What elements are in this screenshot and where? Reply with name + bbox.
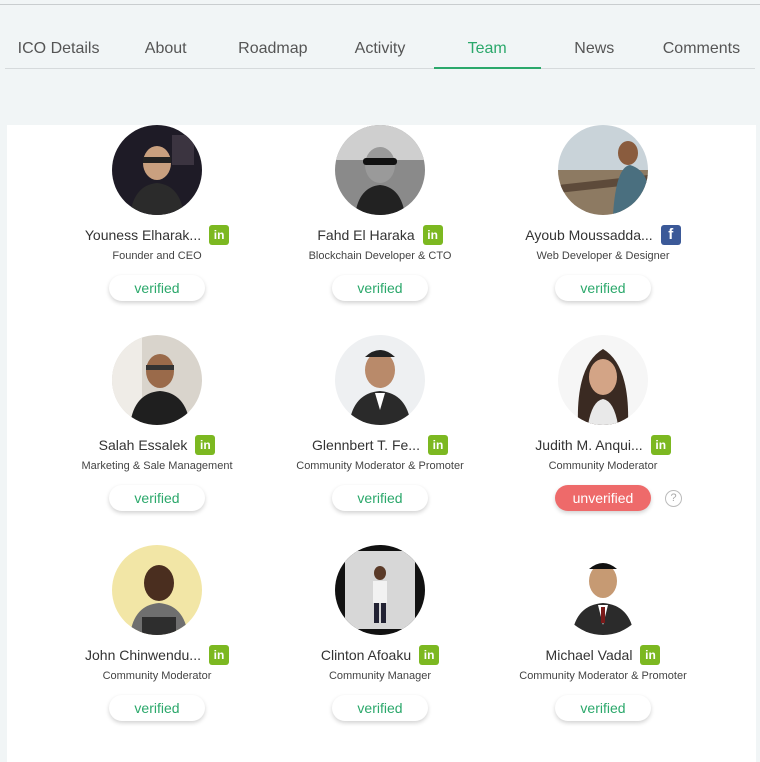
verified-badge[interactable]: verified bbox=[555, 695, 651, 721]
team-member-card: Judith M. Anqui... in Community Moderator… bbox=[491, 335, 715, 545]
linkedin-icon[interactable]: in bbox=[208, 645, 229, 665]
verified-badge[interactable]: verified bbox=[332, 275, 428, 301]
member-role: Community Moderator bbox=[548, 460, 658, 472]
member-role: Founder and CEO bbox=[112, 250, 202, 262]
team-member-card: Michael Vadal in Community Moderator & Pr… bbox=[491, 545, 715, 755]
member-name: Clinton Afoaku bbox=[320, 647, 412, 663]
linkedin-icon[interactable]: in bbox=[419, 645, 440, 665]
member-avatar bbox=[558, 545, 648, 635]
member-name: Judith M. Anqui... bbox=[535, 437, 643, 453]
verified-badge[interactable]: verified bbox=[109, 275, 205, 301]
member-role: Web Developer & Designer bbox=[536, 250, 670, 262]
verified-badge[interactable]: verified bbox=[109, 485, 205, 511]
team-member-card: Clinton Afoaku in Community Manager verif… bbox=[268, 545, 492, 755]
member-role: Marketing & Sale Management bbox=[81, 460, 233, 472]
member-name: Michael Vadal bbox=[545, 647, 633, 663]
help-icon[interactable]: ? bbox=[665, 490, 682, 507]
member-avatar bbox=[112, 545, 202, 635]
member-name: Salah Essalek bbox=[98, 437, 188, 453]
facebook-icon[interactable]: f bbox=[660, 225, 681, 245]
top-divider bbox=[0, 4, 760, 5]
team-member-card: Ayoub Moussadda... f Web Developer & Desi… bbox=[491, 125, 715, 335]
member-role: Community Manager bbox=[328, 670, 432, 682]
member-avatar bbox=[558, 335, 648, 425]
tab-about[interactable]: About bbox=[112, 30, 219, 68]
member-name: John Chinwendu... bbox=[85, 647, 201, 663]
linkedin-icon[interactable]: in bbox=[650, 435, 671, 455]
tab-comments[interactable]: Comments bbox=[648, 30, 755, 68]
member-role: Blockchain Developer & CTO bbox=[308, 250, 452, 262]
member-avatar bbox=[558, 125, 648, 215]
tab-activity[interactable]: Activity bbox=[326, 30, 433, 68]
member-name: Fahd El Haraka bbox=[317, 227, 415, 243]
tab-bar: ICO Details About Roadmap Activity Team … bbox=[5, 30, 755, 69]
member-avatar bbox=[112, 125, 202, 215]
linkedin-icon[interactable]: in bbox=[422, 225, 443, 245]
verified-badge[interactable]: verified bbox=[332, 485, 428, 511]
tab-roadmap[interactable]: Roadmap bbox=[219, 30, 326, 68]
team-member-card: John Chinwendu... in Community Moderator … bbox=[45, 545, 269, 755]
linkedin-icon[interactable]: in bbox=[209, 225, 230, 245]
verified-badge[interactable]: verified bbox=[555, 275, 651, 301]
member-role: Community Moderator & Promoter bbox=[519, 670, 687, 682]
member-avatar bbox=[335, 125, 425, 215]
member-name: Ayoub Moussadda... bbox=[525, 227, 653, 243]
member-avatar bbox=[112, 335, 202, 425]
verified-badge[interactable]: verified bbox=[332, 695, 428, 721]
member-role: Community Moderator bbox=[102, 670, 212, 682]
linkedin-icon[interactable]: in bbox=[640, 645, 661, 665]
member-avatar bbox=[335, 545, 425, 635]
verified-badge[interactable]: verified bbox=[109, 695, 205, 721]
tab-team[interactable]: Team bbox=[433, 30, 541, 69]
team-member-card: Youness Elharak... in Founder and CEO ver… bbox=[45, 125, 269, 335]
unverified-badge[interactable]: unverified bbox=[555, 485, 651, 511]
team-member-card: Glennbert T. Fe... in Community Moderator… bbox=[268, 335, 492, 545]
linkedin-icon[interactable]: in bbox=[427, 435, 448, 455]
member-name: Glennbert T. Fe... bbox=[312, 437, 420, 453]
team-member-card: Salah Essalek in Marketing & Sale Managem… bbox=[45, 335, 269, 545]
member-name: Youness Elharak... bbox=[84, 227, 202, 243]
team-member-card: Fahd El Haraka in Blockchain Developer & … bbox=[268, 125, 492, 335]
member-role: Community Moderator & Promoter bbox=[296, 460, 464, 472]
member-avatar bbox=[335, 335, 425, 425]
tab-news[interactable]: News bbox=[541, 30, 648, 68]
tab-ico-details[interactable]: ICO Details bbox=[5, 30, 112, 68]
team-panel: Youness Elharak... in Founder and CEO ver… bbox=[7, 125, 756, 762]
linkedin-icon[interactable]: in bbox=[195, 435, 216, 455]
